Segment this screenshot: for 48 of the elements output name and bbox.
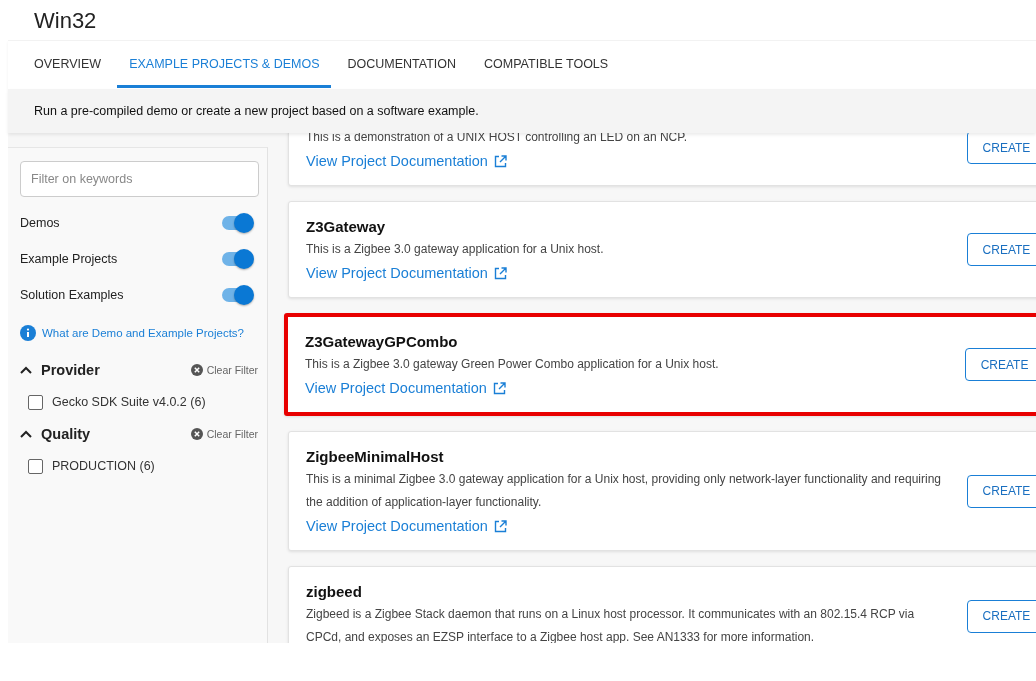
- help-link[interactable]: What are Demo and Example Projects?: [20, 325, 258, 341]
- info-icon: [20, 325, 36, 341]
- clear-filter-button[interactable]: Clear Filter: [190, 428, 258, 440]
- documentation-link[interactable]: View Project Documentation: [305, 380, 945, 396]
- external-link-icon: [493, 519, 507, 533]
- toggle-switch[interactable]: [222, 288, 252, 302]
- tab[interactable]: OVERVIEW: [22, 43, 114, 88]
- toggle-switch[interactable]: [222, 252, 252, 266]
- clear-icon: [190, 428, 203, 440]
- documentation-link[interactable]: View Project Documentation: [306, 518, 946, 534]
- external-link-icon: [493, 154, 507, 168]
- external-link-icon: [492, 381, 506, 395]
- project-description: Zigbeed is a Zigbee Stack daemon that runs on a Linux host processor. It communicates with an 802.15.4 RCP via CPCd, and exposes an EZSP interface to a Zigbee host app. See AN1333 for more information.: [306, 606, 916, 643]
- checkbox-label: Gecko SDK Suite v4.0.2 (6): [52, 395, 206, 409]
- create-button[interactable]: CREATE: [965, 348, 1036, 381]
- project-title: Z3GatewayGPCombo: [305, 333, 459, 350]
- filter-section-toggle[interactable]: Provider: [20, 362, 100, 378]
- toggle-switch[interactable]: [222, 216, 252, 230]
- tab[interactable]: COMPATIBLE TOOLS: [472, 43, 621, 88]
- chevron-icon: [20, 430, 32, 438]
- project-title: ZigbeeMinimalHost: [306, 448, 445, 465]
- documentation-link[interactable]: View Project Documentation: [306, 265, 946, 281]
- clear-filter-button[interactable]: Clear Filter: [190, 364, 258, 376]
- create-button[interactable]: CREATE: [967, 233, 1036, 266]
- project-description: This is a Zigbee 3.0 gateway Green Power Combo application for a Unix host.: [305, 356, 720, 373]
- create-button[interactable]: CREATE: [967, 474, 1036, 508]
- checkbox[interactable]: [28, 458, 43, 474]
- project-title: zigbeed: [306, 583, 363, 600]
- documentation-link[interactable]: View Project Documentation: [306, 153, 946, 169]
- checkbox-label: PRODUCTION (6): [52, 459, 155, 473]
- toggle-label: Solution Examples: [20, 288, 124, 302]
- project-description: This is a Zigbee 3.0 gateway application for a Unix host.: [306, 241, 605, 258]
- search-field[interactable]: Filter on keywords: [20, 161, 259, 197]
- page-title: Win32: [33, 7, 98, 35]
- filter-section-toggle[interactable]: Quality: [20, 426, 91, 442]
- project-description: This is a minimal Zigbee 3.0 gateway application for a Unix host, providing only network-layer functionality and requiring the addition of application-layer functionality.: [306, 471, 942, 511]
- clear-icon: [190, 364, 203, 376]
- create-button[interactable]: CREATE: [967, 133, 1036, 164]
- create-button[interactable]: CREATE: [967, 599, 1036, 633]
- info-banner: Run a pre-compiled demo or create a new project based on a software example.: [8, 89, 1036, 133]
- external-link-icon: [493, 266, 507, 280]
- toggle-label: Demos: [20, 216, 60, 230]
- tab[interactable]: DOCUMENTATION: [335, 43, 469, 88]
- project-title: Z3Gateway: [306, 218, 387, 235]
- chevron-icon: [20, 366, 32, 374]
- checkbox[interactable]: [28, 394, 43, 410]
- project-description: This is a demonstration of a UNIX HOST controlling an LED on an NCP.: [306, 133, 689, 146]
- toggle-label: Example Projects: [20, 252, 118, 266]
